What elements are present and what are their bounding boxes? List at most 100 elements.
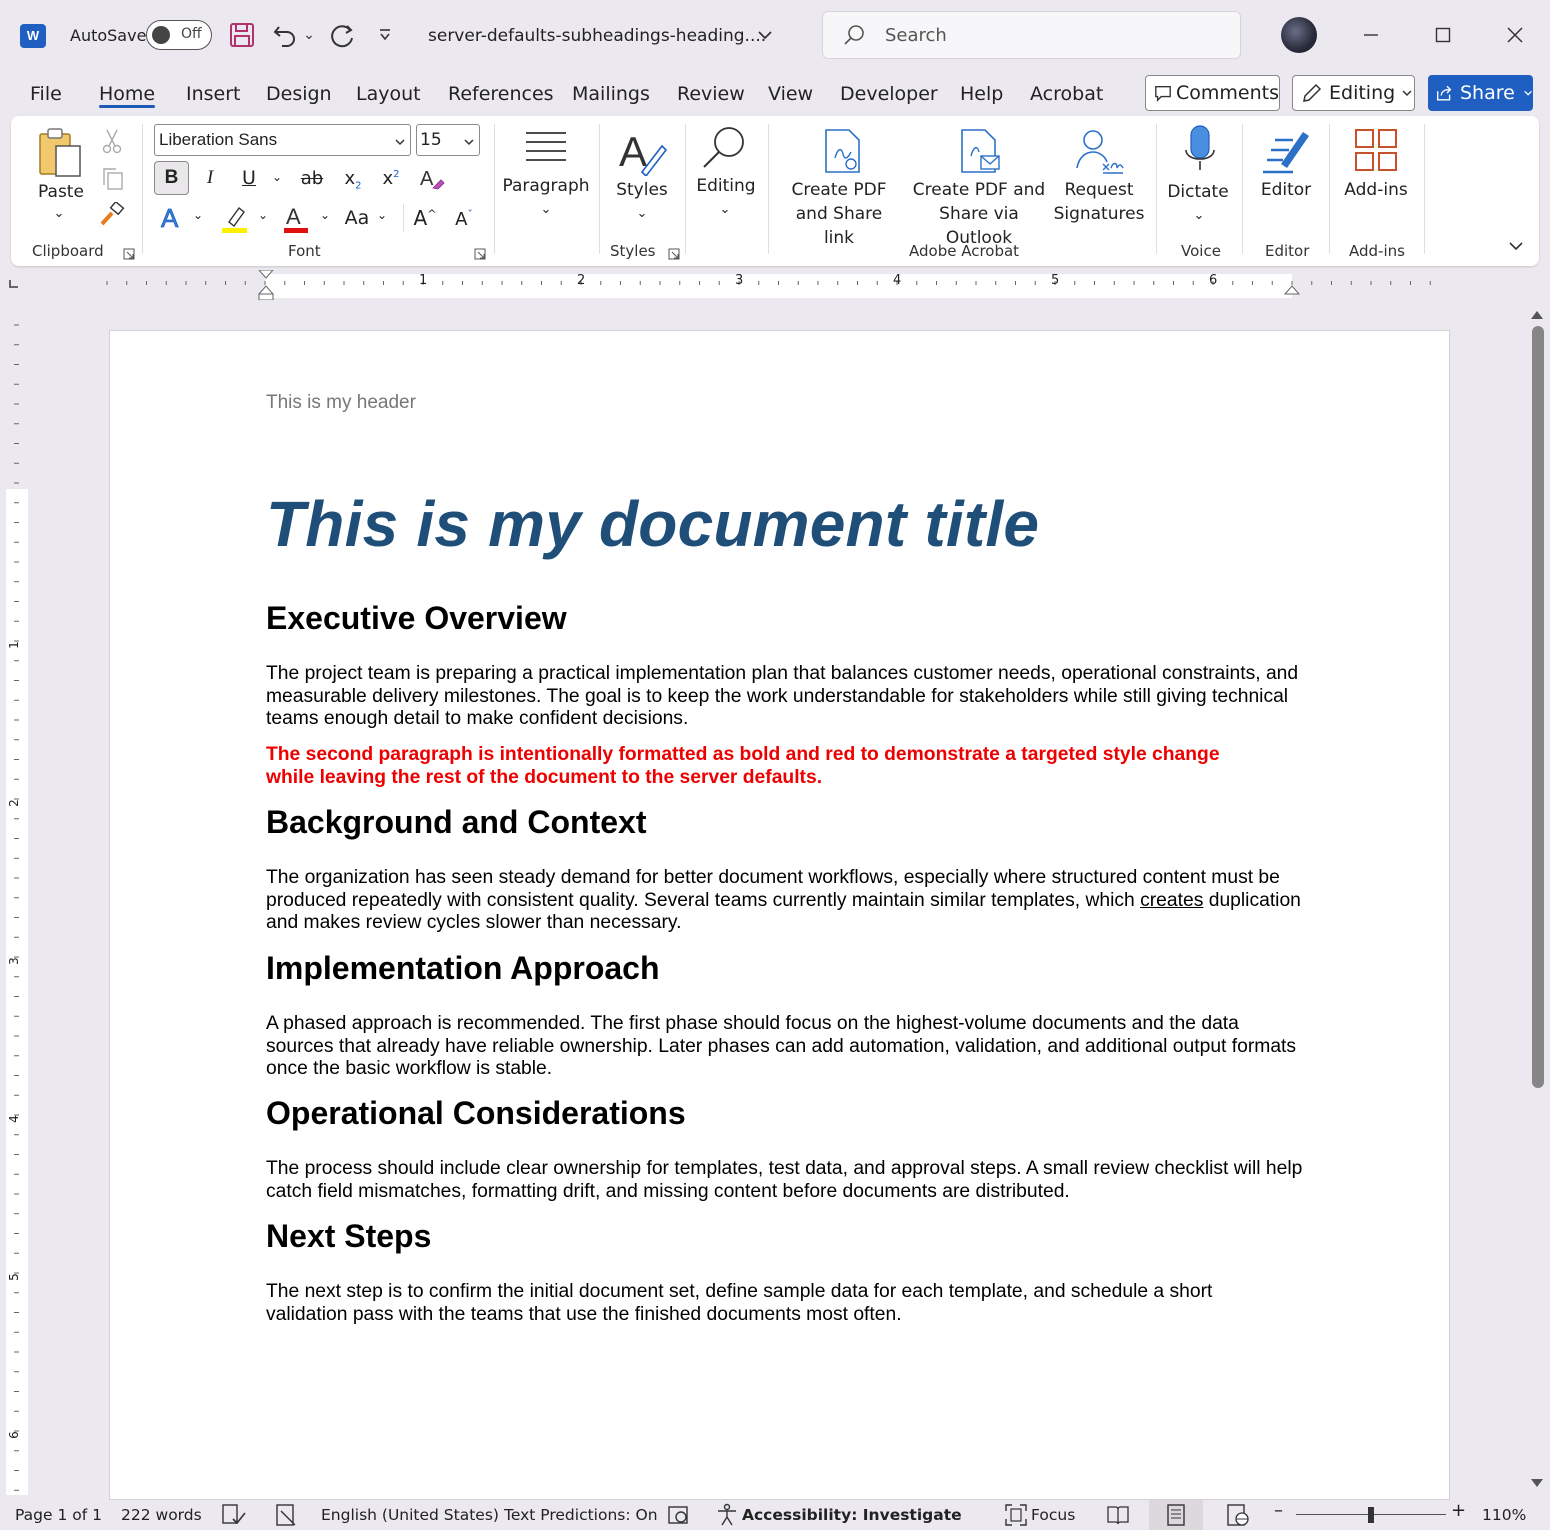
clear-formatting-icon[interactable]: A <box>419 166 445 196</box>
shrink-font-button[interactable]: Aˇ <box>451 208 477 230</box>
zoom-level[interactable]: 110% <box>1482 1506 1526 1524</box>
tab-references[interactable]: References <box>448 83 554 105</box>
accessibility-icon[interactable] <box>715 1503 739 1530</box>
strikethrough-button[interactable]: ab <box>297 168 327 189</box>
font-color-icon[interactable]: A <box>283 204 309 238</box>
underlined-word[interactable]: creates <box>1140 890 1203 911</box>
editor-icon[interactable] <box>1261 124 1311 180</box>
close-button[interactable] <box>1495 18 1535 52</box>
tab-file[interactable]: File <box>30 83 62 105</box>
grow-font-button[interactable]: A^ <box>412 206 438 230</box>
tab-view[interactable]: View <box>768 83 813 105</box>
focus-label[interactable]: Focus <box>1031 1506 1075 1524</box>
font-size-dropdown[interactable]: 15 <box>416 124 480 156</box>
horizontal-ruler[interactable]: 1 2 3 4 5 6 <box>0 269 1550 301</box>
highlight-dropdown-icon[interactable]: ⌄ <box>256 208 270 222</box>
tab-insert[interactable]: Insert <box>186 83 241 105</box>
zoom-slider-handle[interactable] <box>1368 1507 1374 1523</box>
paragraph-overview[interactable]: The project team is preparing a practica… <box>266 663 1306 731</box>
subscript-button[interactable]: x2 <box>340 168 366 192</box>
styles-label[interactable]: Styles <box>607 178 677 202</box>
paragraph-implementation[interactable]: A phased approach is recommended. The fi… <box>266 1013 1306 1081</box>
scrollbar-thumb[interactable] <box>1532 326 1544 1088</box>
tab-design[interactable]: Design <box>266 83 332 105</box>
highlight-icon[interactable] <box>221 204 249 238</box>
clipboard-launcher-icon[interactable] <box>123 245 135 264</box>
create-pdf-link-icon[interactable] <box>823 128 863 178</box>
page-header[interactable]: This is my header <box>266 392 416 414</box>
underline-dropdown-icon[interactable]: ⌄ <box>270 170 284 184</box>
collapse-ribbon-icon[interactable] <box>1508 238 1524 258</box>
italic-button[interactable]: I <box>197 167 223 189</box>
redo-icon[interactable] <box>327 20 357 50</box>
dictate-dropdown-icon[interactable]: ⌄ <box>1189 204 1209 228</box>
heading-next-steps[interactable]: Next Steps <box>266 1218 431 1255</box>
tab-review[interactable]: Review <box>677 83 745 105</box>
paragraph-icon[interactable] <box>524 130 568 170</box>
superscript-button[interactable]: x2 <box>378 168 404 189</box>
document-name[interactable]: server-defaults-subheadings-heading.... <box>428 26 766 46</box>
autosave-toggle[interactable]: Off <box>146 20 212 50</box>
editor-label[interactable]: Editor <box>1251 178 1321 202</box>
word-count[interactable]: 222 words <box>121 1506 202 1524</box>
text-predictions-status[interactable]: Text Predictions: On <box>504 1506 658 1524</box>
language-status[interactable]: English (United States) <box>321 1506 499 1524</box>
zoom-in-button[interactable]: + <box>1451 1500 1466 1521</box>
dictate-microphone-icon[interactable] <box>1183 124 1217 180</box>
proofing-icon[interactable] <box>221 1503 247 1530</box>
tab-developer[interactable]: Developer <box>840 83 938 105</box>
font-name-dropdown[interactable]: Liberation Sans <box>154 124 411 156</box>
tab-acrobat[interactable]: Acrobat <box>1030 83 1103 105</box>
search-box[interactable]: Search <box>822 11 1241 59</box>
zoom-out-button[interactable]: – <box>1274 1500 1283 1521</box>
paragraph-label[interactable]: Paragraph <box>501 174 591 198</box>
create-pdf-share-outlook-label[interactable]: Create PDF and Share via Outlook <box>904 178 1054 250</box>
paragraph-next-steps[interactable]: The next step is to confirm the initial … <box>266 1281 1266 1326</box>
heading-implementation[interactable]: Implementation Approach <box>266 950 660 987</box>
customize-toolbar-icon[interactable] <box>370 20 400 50</box>
tab-help[interactable]: Help <box>960 83 1003 105</box>
undo-dropdown-icon[interactable]: ⌄ <box>297 20 321 50</box>
heading-background[interactable]: Background and Context <box>266 804 646 841</box>
paste-dropdown-icon[interactable]: ⌄ <box>49 202 69 226</box>
page-count[interactable]: Page 1 of 1 <box>15 1506 102 1524</box>
request-signatures-icon[interactable] <box>1073 128 1125 178</box>
styles-launcher-icon[interactable] <box>668 245 680 264</box>
font-launcher-icon[interactable] <box>474 245 486 264</box>
change-case-button[interactable]: Aa <box>342 207 372 229</box>
vertical-ruler[interactable]: 1 2 3 4 5 6 <box>4 315 28 1495</box>
maximize-button[interactable] <box>1423 18 1463 52</box>
text-effects-dropdown-icon[interactable]: ⌄ <box>191 208 205 222</box>
paste-label[interactable]: Paste <box>33 180 89 204</box>
paragraph-dropdown-icon[interactable]: ⌄ <box>536 198 556 222</box>
accessibility-check-icon[interactable] <box>275 1503 297 1530</box>
heading-executive-overview[interactable]: Executive Overview <box>266 600 567 637</box>
request-signatures-label[interactable]: Request Signatures <box>1049 178 1149 226</box>
styles-dropdown-icon[interactable]: ⌄ <box>632 202 652 226</box>
accessibility-status[interactable]: Accessibility: Investigate <box>742 1506 962 1524</box>
dictate-label[interactable]: Dictate <box>1163 180 1233 204</box>
underline-button[interactable]: U <box>236 167 262 189</box>
undo-icon[interactable] <box>270 20 300 50</box>
web-layout-icon[interactable] <box>1226 1503 1250 1530</box>
focus-icon[interactable] <box>1004 1503 1028 1530</box>
cut-icon[interactable] <box>101 128 123 158</box>
print-layout-button[interactable] <box>1149 1500 1203 1530</box>
share-button[interactable]: Share <box>1428 75 1533 111</box>
editing-dropdown-icon[interactable]: ⌄ <box>715 198 735 222</box>
format-painter-icon[interactable] <box>99 200 125 232</box>
styles-icon[interactable]: A <box>618 126 668 180</box>
tab-mailings[interactable]: Mailings <box>572 83 650 105</box>
paragraph-background[interactable]: The organization has seen steady demand … <box>266 867 1306 935</box>
document-title[interactable]: This is my document title <box>266 487 1039 561</box>
document-name-chevron-icon[interactable] <box>750 20 780 50</box>
editing-mode-button[interactable]: Editing <box>1292 75 1415 111</box>
editing-label[interactable]: Editing <box>691 174 761 198</box>
save-icon[interactable] <box>227 20 257 50</box>
addins-icon[interactable] <box>1354 128 1398 176</box>
minimize-button[interactable] <box>1351 18 1391 52</box>
copy-icon[interactable] <box>100 166 126 196</box>
read-mode-icon[interactable] <box>1106 1503 1130 1530</box>
tab-home[interactable]: Home <box>99 83 155 105</box>
change-case-dropdown-icon[interactable]: ⌄ <box>375 208 389 222</box>
